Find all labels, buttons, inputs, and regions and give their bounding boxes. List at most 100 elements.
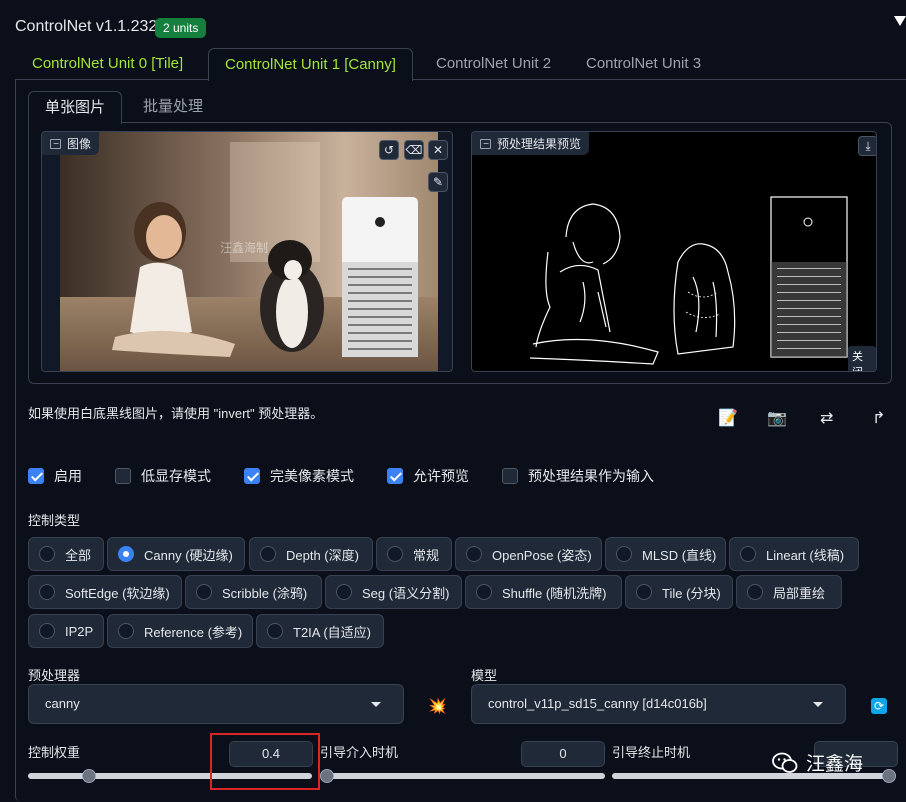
collapse-triangle-icon[interactable]	[894, 16, 906, 26]
tab-unit-2[interactable]: ControlNet Unit 2	[420, 48, 567, 80]
radio-dot[interactable]	[39, 546, 55, 562]
model-label: 模型	[471, 668, 498, 683]
memo-icon[interactable]: 📝	[718, 408, 738, 428]
control-type-option-all[interactable]: 全部	[28, 537, 104, 571]
guidance-start-input[interactable]: 0	[521, 741, 605, 767]
control-type-option-scribble[interactable]: Scribble (涂鸦)	[185, 575, 322, 609]
control-type-label: 控制类型	[28, 513, 81, 528]
model-value: control_v11p_sd15_canny [d14c016b]	[488, 696, 707, 711]
control-type-option-ip2p[interactable]: IP2P	[28, 614, 104, 648]
radio-dot[interactable]	[336, 584, 352, 600]
control-type-option-normal[interactable]: 常规	[376, 537, 452, 571]
radio-dot[interactable]	[387, 546, 403, 562]
option-label: 常规	[413, 547, 440, 563]
option-label: OpenPose (姿态)	[492, 547, 592, 563]
control-weight-label: 控制权重	[28, 745, 81, 760]
brush-icon[interactable]: ✎	[428, 172, 448, 192]
control-type-option-reference[interactable]: Reference (参考)	[107, 614, 253, 648]
control-type-option-canny[interactable]: Canny (硬边缘)	[107, 537, 245, 571]
option-label: Tile (分块)	[662, 585, 721, 601]
radio-dot[interactable]	[267, 623, 283, 639]
radio-dot[interactable]	[260, 546, 276, 562]
image-input-box[interactable]: 图像 汪鑫海制 ↺ ⌫ ✕ ✎	[41, 131, 453, 372]
checkbox-box[interactable]	[387, 468, 403, 484]
control-type-option-shuffle[interactable]: Shuffle (随机洗牌)	[465, 575, 622, 609]
radio-dot[interactable]	[118, 623, 134, 639]
swap-icon[interactable]: ⇄	[820, 408, 833, 428]
preview-close-button[interactable]: 关闭	[848, 346, 876, 371]
option-label: Lineart (线稿)	[766, 547, 845, 563]
tab-unit-1[interactable]: ControlNet Unit 1 [Canny]	[208, 48, 413, 81]
control-type-option-t2ia[interactable]: T2IA (自适应)	[256, 614, 384, 648]
radio-dot[interactable]	[466, 546, 482, 562]
brand-watermark: 汪鑫海	[772, 749, 863, 776]
preview-label-text: 预处理结果预览	[497, 137, 582, 151]
download-icon[interactable]: ⤓	[858, 136, 876, 156]
control-type-option-tile[interactable]: Tile (分块)	[625, 575, 733, 609]
units-badge: 2 units	[155, 18, 207, 38]
control-type-option-mlsd[interactable]: MLSD (直线)	[605, 537, 726, 571]
send-dimensions-icon[interactable]: ↱	[872, 408, 885, 428]
tab-single-image[interactable]: 单张图片	[28, 91, 123, 124]
guidance-start-slider-thumb[interactable]	[320, 769, 334, 783]
checkbox-box[interactable]	[115, 468, 131, 484]
enable-checkbox[interactable]: 启用	[28, 466, 82, 486]
control-type-option-softedge[interactable]: SoftEdge (软边缘)	[28, 575, 182, 609]
control-type-option-lineart[interactable]: Lineart (线稿)	[729, 537, 859, 571]
eraser-icon[interactable]: ⌫	[404, 140, 424, 160]
chevron-down-icon	[371, 702, 381, 707]
preprocessor-value: canny	[45, 696, 80, 711]
image-label: 图像	[42, 132, 100, 155]
highlight-annotation-box	[210, 733, 320, 790]
guidance-end-slider-thumb[interactable]	[882, 769, 896, 783]
model-dropdown[interactable]: control_v11p_sd15_canny [d14c016b]	[471, 684, 846, 724]
control-type-option-openpose[interactable]: OpenPose (姿态)	[455, 537, 602, 571]
checkbox-label: 完美像素模式	[270, 468, 354, 484]
input-photo: 汪鑫海制	[60, 132, 438, 371]
control-type-option-depth[interactable]: Depth (深度)	[249, 537, 373, 571]
refresh-icon[interactable]: ⟳	[871, 698, 887, 714]
allow-preview-checkbox[interactable]: 允许预览	[387, 466, 469, 486]
option-label: T2IA (自适应)	[293, 624, 372, 640]
option-label: 局部重绘	[773, 585, 826, 601]
camera-icon[interactable]: 📷	[767, 408, 787, 428]
control-weight-slider-thumb[interactable]	[82, 769, 96, 783]
checkbox-label: 低显存模式	[141, 468, 211, 484]
radio-dot[interactable]	[39, 584, 55, 600]
option-label: Shuffle (随机洗牌)	[502, 585, 607, 601]
preprocess-as-input-checkbox[interactable]: 预处理结果作为输入	[502, 466, 654, 486]
pixel-perfect-checkbox[interactable]: 完美像素模式	[244, 466, 354, 486]
radio-dot[interactable]	[636, 584, 652, 600]
radio-dot[interactable]	[740, 546, 756, 562]
photo-watermark: 汪鑫海制	[220, 240, 268, 255]
checkbox-box[interactable]	[28, 468, 44, 484]
image-icon	[50, 138, 61, 149]
option-label: Depth (深度)	[286, 547, 359, 563]
option-label: SoftEdge (软边缘)	[65, 585, 170, 601]
guidance-start-slider[interactable]	[320, 773, 605, 779]
image-label-text: 图像	[67, 137, 92, 151]
reset-icon[interactable]: ↺	[379, 140, 399, 160]
radio-dot[interactable]	[747, 584, 763, 600]
option-label: Canny (硬边缘)	[144, 547, 233, 563]
control-type-option-inpaint[interactable]: 局部重绘	[736, 575, 842, 609]
tab-unit-3[interactable]: ControlNet Unit 3	[570, 48, 717, 80]
tab-unit-0[interactable]: ControlNet Unit 0 [Tile]	[16, 48, 199, 80]
preprocessor-dropdown[interactable]: canny	[28, 684, 404, 724]
control-type-option-seg[interactable]: Seg (语义分割)	[325, 575, 462, 609]
checkbox-box[interactable]	[244, 468, 260, 484]
checkbox-box[interactable]	[502, 468, 518, 484]
close-icon[interactable]: ✕	[428, 140, 448, 160]
radio-dot[interactable]	[118, 546, 134, 562]
run-preprocessor-icon[interactable]: 💥	[428, 697, 447, 715]
preview-output-box: 预处理结果预览 ⤓ 关闭	[471, 131, 877, 372]
low-vram-checkbox[interactable]: 低显存模式	[115, 466, 211, 486]
radio-dot[interactable]	[39, 623, 55, 639]
radio-dot[interactable]	[476, 584, 492, 600]
preprocessor-label: 预处理器	[28, 668, 81, 683]
chevron-down-icon	[813, 702, 823, 707]
radio-dot[interactable]	[196, 584, 212, 600]
tab-batch[interactable]: 批量处理	[127, 91, 219, 123]
radio-dot[interactable]	[616, 546, 632, 562]
option-label: Scribble (涂鸦)	[222, 585, 308, 601]
